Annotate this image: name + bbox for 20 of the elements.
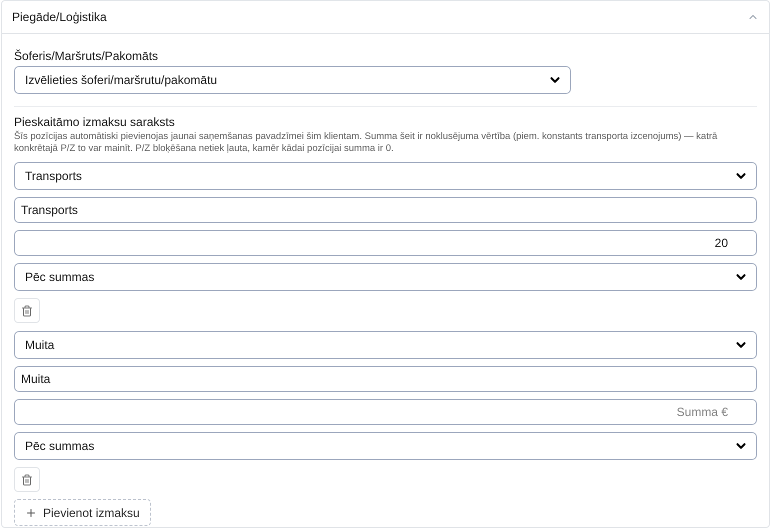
select-field[interactable]: Transports xyxy=(14,162,757,190)
amount-input[interactable]: 20 xyxy=(14,230,757,256)
plus-icon xyxy=(25,506,37,518)
field-label: Šoferis/Maršruts/Pakomāts xyxy=(14,48,160,64)
section-label: Pieskaitāmo izmaksu saraksts xyxy=(14,114,176,130)
delete-button[interactable] xyxy=(14,467,40,492)
select-field[interactable]: Pēc summas xyxy=(14,263,757,291)
panel-header[interactable]: Piegāde/Loģistika xyxy=(2,1,769,34)
select-field[interactable]: Pēc summas xyxy=(14,432,757,460)
add-cost-button[interactable]: Pievienot izmaksu xyxy=(14,499,151,526)
delete-button[interactable] xyxy=(14,298,40,323)
amount-input[interactable]: Summa € xyxy=(14,399,757,425)
panel-title: Piegāde/Loģistika xyxy=(12,9,107,26)
section-description: Šīs pozīcijas automātiski pievienojas jaunai saņemšanas pavadzīmei šim klientam. Summa šeit ir noklusējuma vērtība (piem. konstants transporta izcenojums) — katrā konkrētajā P/Z to var mainīt. P/Z bloķēšana netiek ļauta, kamēr kādai pozīcijai summa ir 0. xyxy=(14,131,718,155)
select-field[interactable]: Muita xyxy=(14,331,757,359)
trash-icon xyxy=(21,474,33,486)
select-field[interactable]: Izvēlieties šoferi/maršrutu/pakomātu xyxy=(14,66,571,94)
trash-icon xyxy=(21,304,33,316)
name-input[interactable]: Muita xyxy=(14,366,757,392)
name-input[interactable]: Transports xyxy=(14,197,757,223)
